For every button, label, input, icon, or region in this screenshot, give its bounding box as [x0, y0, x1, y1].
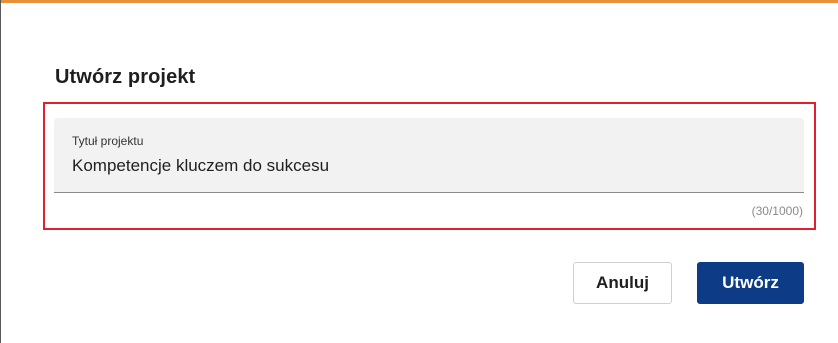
project-title-input[interactable]: Kompetencje kluczem do sukcesu: [72, 156, 329, 176]
create-project-dialog: Utwórz projekt Tytuł projektu Kompetencj…: [0, 0, 838, 343]
project-title-label: Tytuł projektu: [72, 134, 144, 148]
cancel-button[interactable]: Anuluj: [573, 262, 672, 304]
character-counter: (30/1000): [751, 204, 803, 218]
project-title-field[interactable]: Tytuł projektu Kompetencje kluczem do su…: [54, 118, 804, 193]
dialog-accent-bar: [1, 0, 838, 3]
create-button[interactable]: Utwórz: [697, 262, 804, 304]
dialog-title: Utwórz projekt: [55, 66, 196, 88]
